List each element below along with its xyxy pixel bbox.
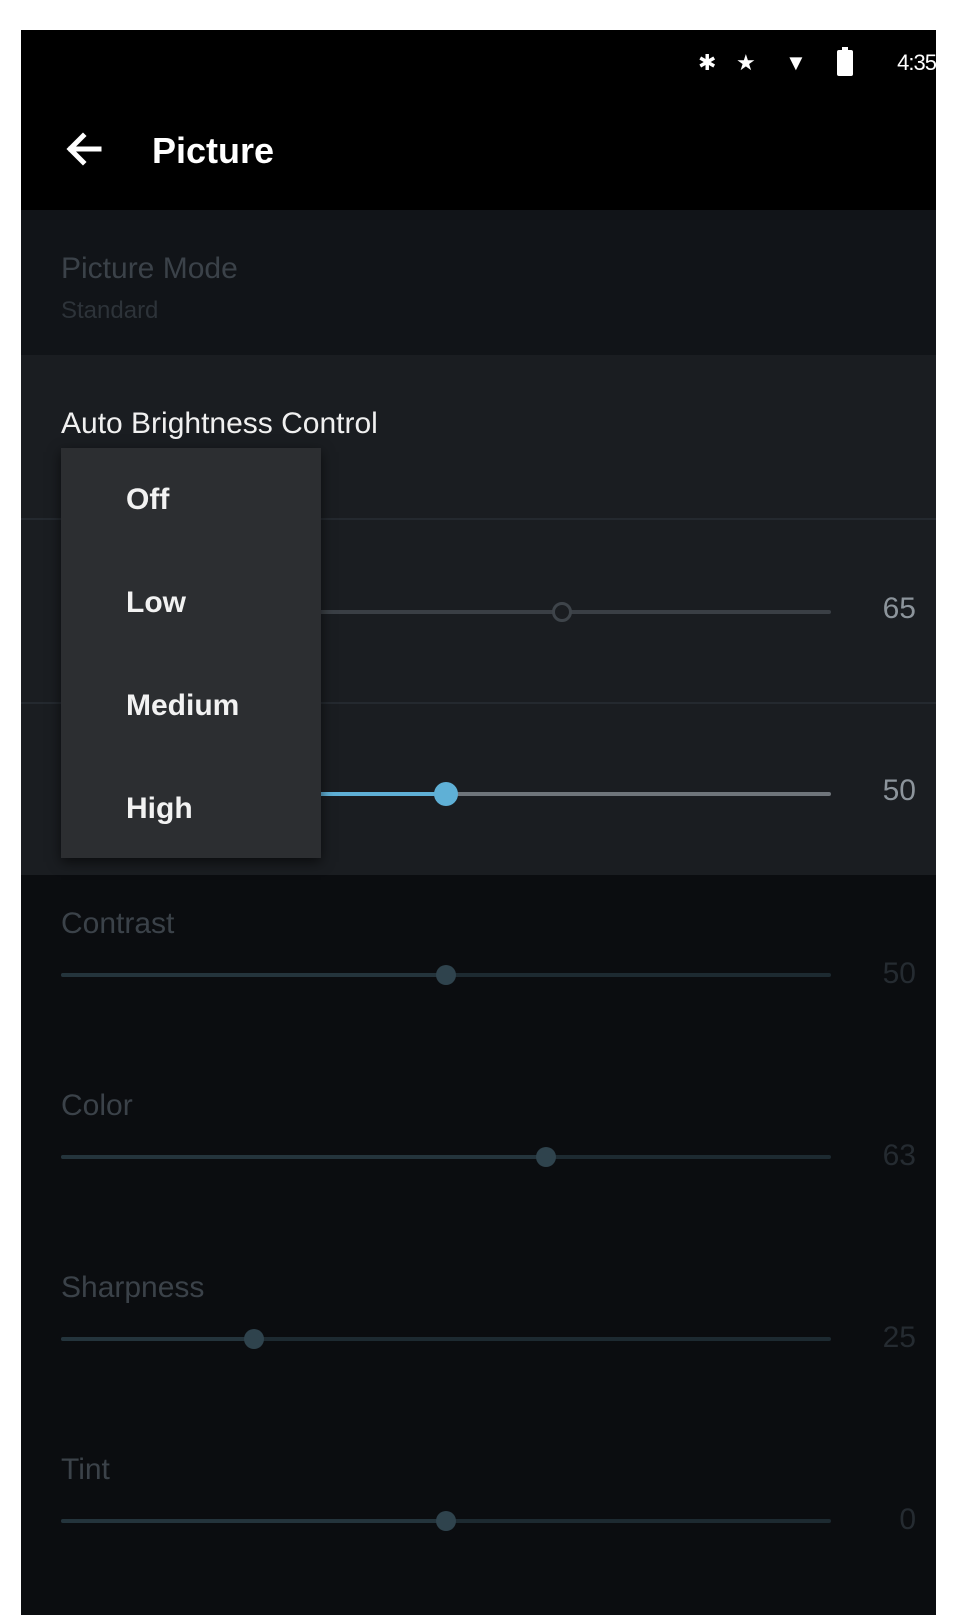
dropdown-option-low[interactable]: Low [126,586,186,620]
backlight-value: 65 [882,592,916,625]
slider-thumb[interactable] [551,602,572,622]
brightness-value: 50 [882,774,916,807]
contrast-label: Contrast [61,907,175,940]
battery-icon [837,47,853,76]
star-icon: ★ [736,50,756,75]
slider-fill [61,1155,547,1159]
status-bar: ✱ ★ ▼ 4:35 [21,30,936,100]
page-title: Picture [152,130,275,171]
slider-fill [61,1519,446,1523]
auto-brightness-dropdown: Off Low Medium High [61,448,321,858]
bluetooth-icon: ✱ [698,50,717,75]
sharpness-label: Sharpness [61,1271,205,1304]
slider-fill [61,973,446,977]
slider-thumb[interactable] [436,965,456,985]
tint-row: Tint 0 [21,1421,936,1615]
slider-thumb[interactable] [436,1511,456,1531]
tint-slider[interactable] [61,1511,831,1531]
contrast-value: 50 [882,957,916,990]
picture-mode-label: Picture Mode [61,252,238,285]
color-label: Color [61,1089,133,1122]
sharpness-slider[interactable] [61,1329,831,1349]
slider-fill [61,1337,254,1341]
contrast-slider[interactable] [61,965,831,985]
arrow-left-icon[interactable] [63,128,105,170]
color-row: Color 63 [21,1057,936,1239]
color-value: 63 [882,1139,916,1172]
app-bar: Picture [21,100,936,210]
slider-thumb[interactable] [243,1329,264,1349]
sharpness-value: 25 [882,1321,916,1354]
picture-mode-row[interactable]: Picture Mode Standard [21,210,936,355]
tint-value: 0 [899,1503,916,1536]
wifi-icon: ▼ [785,50,807,75]
auto-brightness-label[interactable]: Auto Brightness Control [61,407,378,441]
contrast-row: Contrast 50 [21,875,936,1057]
slider-thumb[interactable] [536,1147,557,1167]
dropdown-option-high[interactable]: High [126,792,193,826]
slider-thumb[interactable] [434,782,458,806]
status-time: 4:35 [897,50,936,75]
dropdown-option-medium[interactable]: Medium [126,689,239,723]
dropdown-option-off[interactable]: Off [126,483,169,517]
picture-mode-value: Standard [61,297,159,324]
sharpness-row: Sharpness 25 [21,1239,936,1421]
tv-settings-screen: ✱ ★ ▼ 4:35 Picture Picture Mode Standard… [21,30,936,1615]
tint-label: Tint [61,1453,110,1486]
color-slider[interactable] [61,1147,831,1167]
